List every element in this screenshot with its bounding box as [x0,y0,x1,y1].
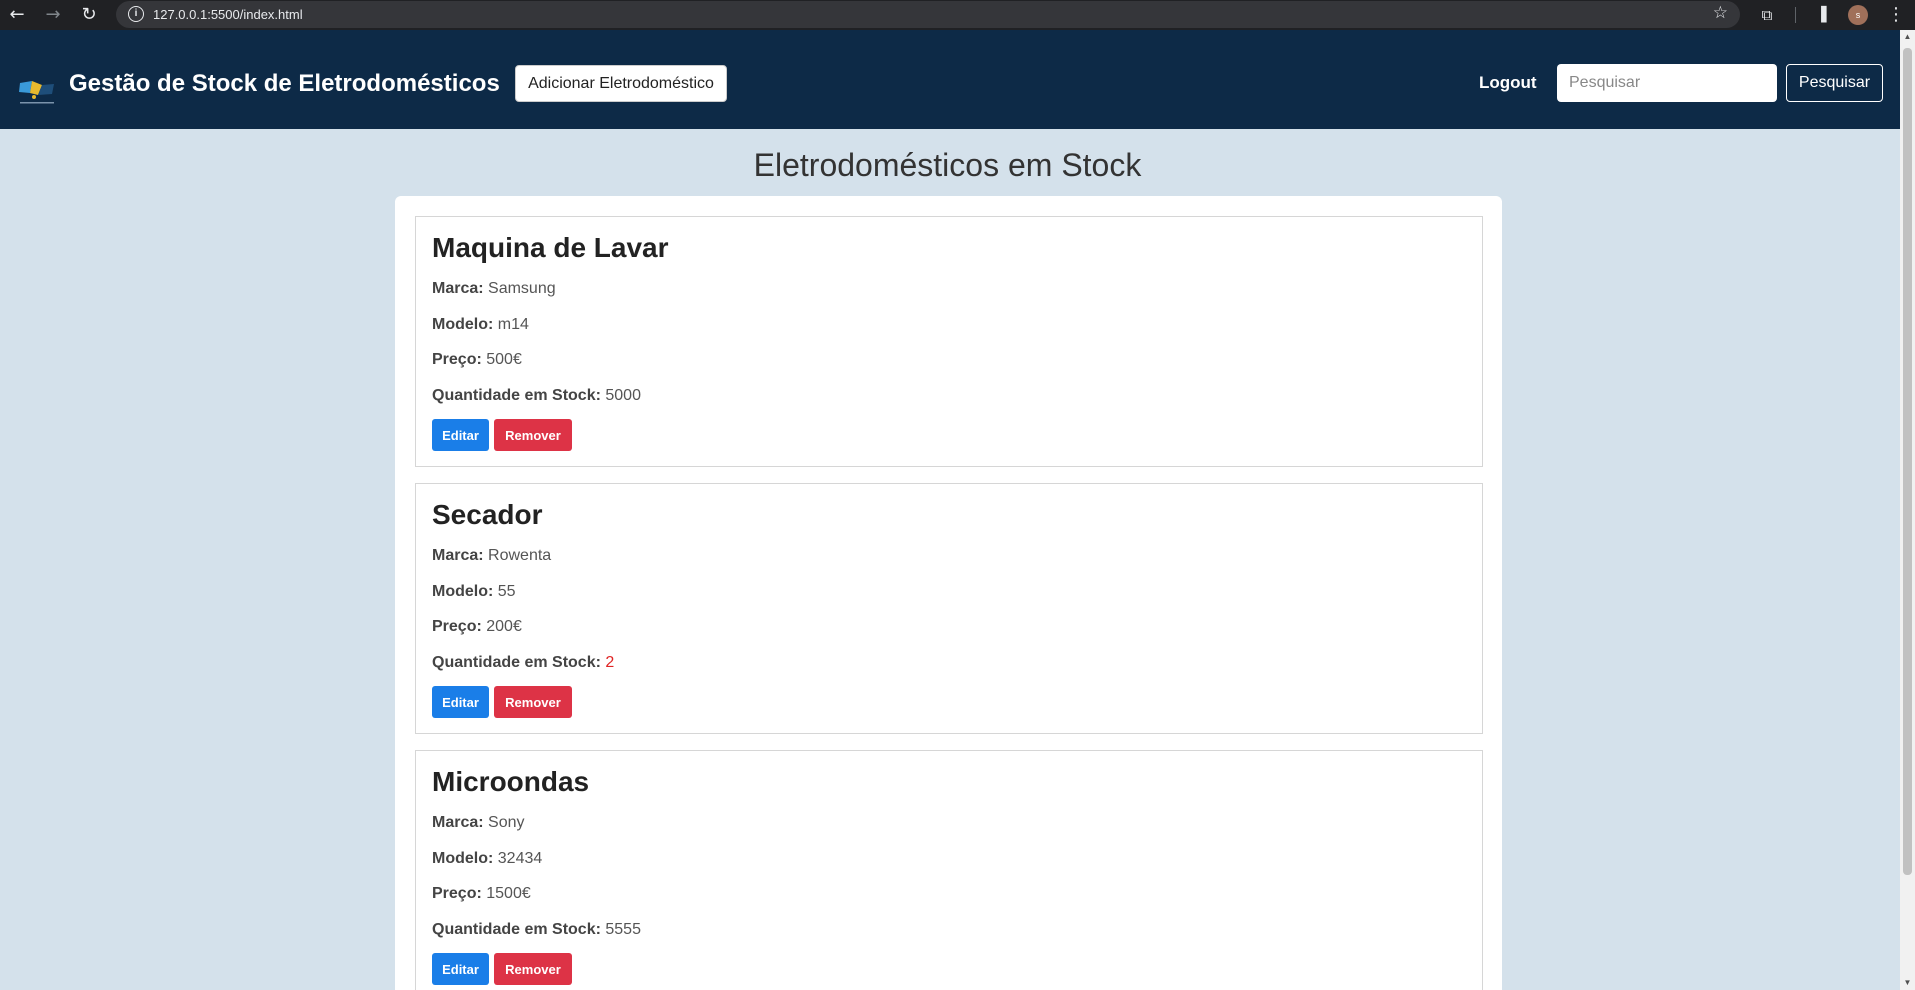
back-icon[interactable]: ← [5,3,29,27]
price-field: Preço: 200€ [432,618,522,636]
logout-link[interactable]: Logout [1479,73,1537,93]
browser-menu-icon[interactable]: ⋮ [1884,3,1908,27]
stock-field: Quantidade em Stock: 5000 [432,387,641,405]
model-field: Modelo: m14 [432,316,529,334]
brand-value: Rowenta [488,547,552,564]
page-scrollbar[interactable]: ▲ ▼ [1900,30,1915,990]
stock-field: Quantidade em Stock: 5555 [432,921,641,939]
appliance-card: Maquina de Lavar Marca: Samsung Modelo: … [415,216,1483,467]
price-value: 500€ [486,351,522,368]
brand-label: Marca: [432,547,484,564]
brand-value: Samsung [488,280,556,297]
stock-label: Quantidade em Stock: [432,921,601,938]
remove-button[interactable]: Remover [494,953,572,985]
price-value: 200€ [486,618,522,635]
model-label: Modelo: [432,316,494,333]
app-title: Gestão de Stock de Eletrodomésticos [69,70,500,97]
appliance-name: Secador [432,499,543,530]
price-label: Preço: [432,885,482,902]
model-value: 32434 [497,850,543,867]
browser-toolbar: ← → ↻ i 127.0.0.1:5500/index.html ☆ ⧉ ▐ … [0,0,1915,30]
brand-field: Marca: Rowenta [432,547,551,565]
extensions-icon[interactable]: ⧉ [1755,3,1779,27]
url-text[interactable]: 127.0.0.1:5500/index.html [153,7,303,22]
profile-avatar[interactable]: s [1848,5,1868,25]
appliance-card: Secador Marca: Rowenta Modelo: 55 Preço:… [415,483,1483,734]
stock-value: 5555 [605,921,641,938]
price-field: Preço: 1500€ [432,885,531,903]
app-logo [18,77,56,107]
side-panel-icon[interactable]: ▐ [1809,3,1833,27]
stock-field: Quantidade em Stock: 2 [432,654,614,672]
stock-label: Quantidade em Stock: [432,654,601,671]
model-value: 55 [497,583,516,600]
edit-button[interactable]: Editar [432,419,489,451]
price-label: Preço: [432,351,482,368]
search-button[interactable]: Pesquisar [1786,64,1883,102]
model-value: m14 [497,316,529,333]
bookmark-star-icon[interactable]: ☆ [1713,3,1728,23]
price-value: 1500€ [486,885,531,902]
model-field: Modelo: 55 [432,583,516,601]
address-bar[interactable]: i 127.0.0.1:5500/index.html ☆ [116,1,1740,28]
app-header: Gestão de Stock de Eletrodomésticos Adic… [0,30,1900,129]
forward-icon[interactable]: → [41,3,65,27]
edit-button[interactable]: Editar [432,953,489,985]
remove-button[interactable]: Remover [494,686,572,718]
remove-button[interactable]: Remover [494,419,572,451]
scroll-down-arrow-icon[interactable]: ▼ [1900,976,1915,990]
scroll-up-arrow-icon[interactable]: ▲ [1900,30,1915,44]
model-label: Modelo: [432,583,494,600]
appliance-list: Maquina de Lavar Marca: Samsung Modelo: … [395,196,1502,990]
stock-value-low: 2 [605,654,615,671]
brand-value: Sony [488,814,525,831]
model-label: Modelo: [432,850,494,867]
brand-field: Marca: Sony [432,814,525,832]
page-title: Eletrodomésticos em Stock [753,147,1142,183]
price-field: Preço: 500€ [432,351,522,369]
price-label: Preço: [432,618,482,635]
brand-field: Marca: Samsung [432,280,556,298]
reload-icon[interactable]: ↻ [77,3,101,27]
stock-label: Quantidade em Stock: [432,387,601,404]
toolbar-divider [1795,7,1796,23]
appliance-card: Microondas Marca: Sony Modelo: 32434 Pre… [415,750,1483,990]
add-appliance-button[interactable]: Adicionar Eletrodoméstico [515,65,727,102]
site-info-icon[interactable]: i [128,6,144,22]
model-field: Modelo: 32434 [432,850,542,868]
brand-label: Marca: [432,814,484,831]
stock-value: 5000 [605,387,641,404]
scrollbar-thumb[interactable] [1903,48,1912,875]
search-input[interactable] [1557,64,1777,102]
appliance-name: Maquina de Lavar [432,232,669,263]
edit-button[interactable]: Editar [432,686,489,718]
brand-label: Marca: [432,280,484,297]
appliance-name: Microondas [432,766,590,797]
